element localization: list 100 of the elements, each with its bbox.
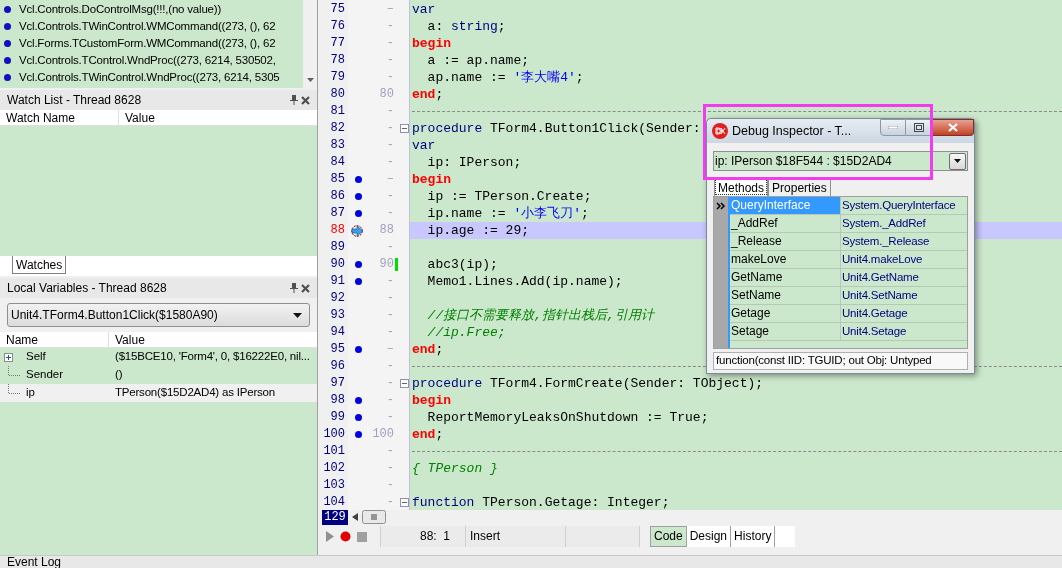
code-line: var bbox=[412, 138, 436, 153]
line-number: 104 bbox=[322, 494, 346, 510]
view-tab[interactable]: Code bbox=[650, 526, 687, 547]
code-line: ip: IPerson; bbox=[426, 155, 522, 170]
stack-frame[interactable]: Vcl.Controls.TWinControl.WndProc((273, 6214, 5305 bbox=[19, 68, 280, 87]
line-number: 76 bbox=[329, 18, 346, 35]
code-line: a: string; bbox=[426, 19, 506, 34]
method-name[interactable]: Setage bbox=[730, 323, 841, 340]
line-number: 78 bbox=[329, 52, 346, 69]
column-header[interactable]: Watch Name bbox=[0, 110, 119, 125]
line-number: 92 bbox=[329, 290, 346, 307]
method-name[interactable]: SetName bbox=[730, 287, 841, 304]
stack-frame[interactable]: Vcl.Controls.DoControlMsg(!!!,(no value)) bbox=[19, 0, 222, 19]
line-marker: - bbox=[386, 495, 394, 509]
collapse-icon[interactable] bbox=[399, 498, 409, 507]
code-line: a := ap.name; bbox=[426, 53, 530, 68]
method-value: System.QueryInterface bbox=[841, 198, 957, 213]
expand-icon[interactable] bbox=[4, 353, 13, 362]
variable-value: ($15BCE10, 'Form4', 0, $16222E0, nil... bbox=[115, 349, 310, 365]
method-name[interactable]: GetName bbox=[730, 269, 841, 286]
column-header[interactable]: Value bbox=[109, 332, 317, 347]
pin-icon[interactable] bbox=[290, 95, 298, 105]
line-number: 91 bbox=[329, 273, 346, 290]
line-number: 96 bbox=[329, 358, 346, 375]
line-marker: - bbox=[386, 138, 394, 152]
tree-line-icon bbox=[8, 384, 22, 394]
line-number: 102 bbox=[322, 460, 346, 477]
expression-dropdown[interactable]: ip: IPerson $18F544 : $15D2AD4 bbox=[713, 151, 968, 171]
record-icon[interactable] bbox=[340, 531, 351, 542]
method-name[interactable]: _AddRef bbox=[730, 215, 841, 232]
line-marker: - bbox=[386, 19, 394, 33]
line-marker: 90 bbox=[379, 257, 394, 271]
line-number: 87 bbox=[329, 205, 346, 222]
close-button[interactable] bbox=[932, 119, 974, 136]
line-marker: – bbox=[386, 342, 394, 356]
code-line: begin bbox=[412, 36, 451, 51]
line-number: 94 bbox=[329, 324, 346, 341]
variable-name: Self bbox=[26, 349, 47, 365]
line-number: 84 bbox=[329, 154, 346, 171]
frame-dropdown[interactable]: Unit4.TForm4.Button1Click($1580A90) bbox=[7, 303, 310, 327]
code-line: abc3(ip); bbox=[426, 257, 498, 272]
line-marker: - bbox=[386, 121, 394, 135]
panel-tab[interactable]: Watches bbox=[12, 256, 67, 274]
panel-title: Local Variables - Thread 8628 bbox=[7, 280, 167, 297]
line-marker: - bbox=[386, 274, 394, 288]
line-number: 90 bbox=[329, 256, 346, 273]
scrollbar[interactable] bbox=[352, 509, 386, 525]
line-marker: - bbox=[386, 53, 394, 67]
line-number: 100 bbox=[322, 426, 346, 443]
app-logo-icon bbox=[712, 123, 728, 139]
line-number: 85 bbox=[329, 171, 346, 188]
variable-name: Sender bbox=[26, 367, 65, 383]
close-icon[interactable] bbox=[301, 95, 310, 105]
close-icon[interactable] bbox=[301, 283, 310, 293]
line-marker: - bbox=[386, 291, 394, 305]
down-arrow-icon[interactable] bbox=[306, 78, 314, 82]
code-line: ip := TPerson.Create; bbox=[426, 189, 592, 204]
current-code-line: ip.age := 29; bbox=[426, 223, 530, 238]
method-name[interactable]: _Release bbox=[730, 233, 841, 250]
code-line: begin bbox=[412, 172, 451, 187]
maximize-button[interactable] bbox=[906, 119, 932, 136]
line-number: 77 bbox=[329, 35, 346, 52]
code-line: end; bbox=[412, 427, 444, 442]
line-marker: - bbox=[386, 189, 394, 203]
line-marker: - bbox=[386, 478, 394, 492]
line-marker: 100 bbox=[372, 427, 394, 441]
line-number: 93 bbox=[329, 307, 346, 324]
code-line: ip.name := '小李飞刀'; bbox=[426, 206, 589, 221]
stack-frame[interactable]: Vcl.Controls.TWinControl.WMCommand((273, (), 62 bbox=[19, 17, 276, 36]
play-icon[interactable] bbox=[326, 531, 334, 542]
line-marker: - bbox=[386, 376, 394, 390]
column-header[interactable]: Value bbox=[119, 110, 317, 125]
stack-frame[interactable]: Vcl.Forms.TCustomForm.WMCommand((273, (), 62 bbox=[19, 34, 276, 53]
view-tab[interactable]: History bbox=[731, 526, 776, 547]
method-value: Unit4.GetName bbox=[841, 270, 920, 285]
collapse-icon[interactable] bbox=[399, 379, 409, 388]
code-line: Memo1.Lines.Add(ip.name); bbox=[426, 274, 623, 289]
method-value: System._Release bbox=[841, 234, 931, 249]
line-marker: 88 bbox=[379, 223, 394, 237]
left-arrow-icon[interactable] bbox=[352, 513, 358, 521]
line-marker: - bbox=[386, 444, 394, 458]
method-name[interactable]: makeLove bbox=[730, 251, 841, 268]
method-value: Unit4.Setage bbox=[841, 324, 908, 339]
method-name[interactable]: Getage bbox=[730, 305, 841, 322]
scrollbar[interactable] bbox=[303, 0, 317, 88]
column-header[interactable]: Name bbox=[0, 332, 109, 347]
signature-text: function(const IID: TGUID; out Obj: Untyped bbox=[716, 353, 932, 369]
collapse-icon[interactable] bbox=[399, 124, 409, 133]
line-number: 80 bbox=[329, 86, 346, 103]
scrollbar-thumb[interactable] bbox=[362, 510, 386, 524]
line-number: 82 bbox=[329, 120, 346, 137]
window-title: Debug Inspector - T... bbox=[732, 122, 852, 140]
stack-frame[interactable]: Vcl.Controls.TControl.WndProc((273, 6214, 530502, bbox=[19, 51, 276, 70]
tree-line-icon bbox=[8, 366, 22, 376]
pin-icon[interactable] bbox=[290, 283, 298, 293]
line-marker: - bbox=[386, 104, 394, 118]
line-marker: - bbox=[386, 206, 394, 220]
line-number: 88 bbox=[329, 222, 346, 239]
line-marker: - bbox=[386, 393, 394, 407]
line-number: 75 bbox=[329, 1, 346, 18]
